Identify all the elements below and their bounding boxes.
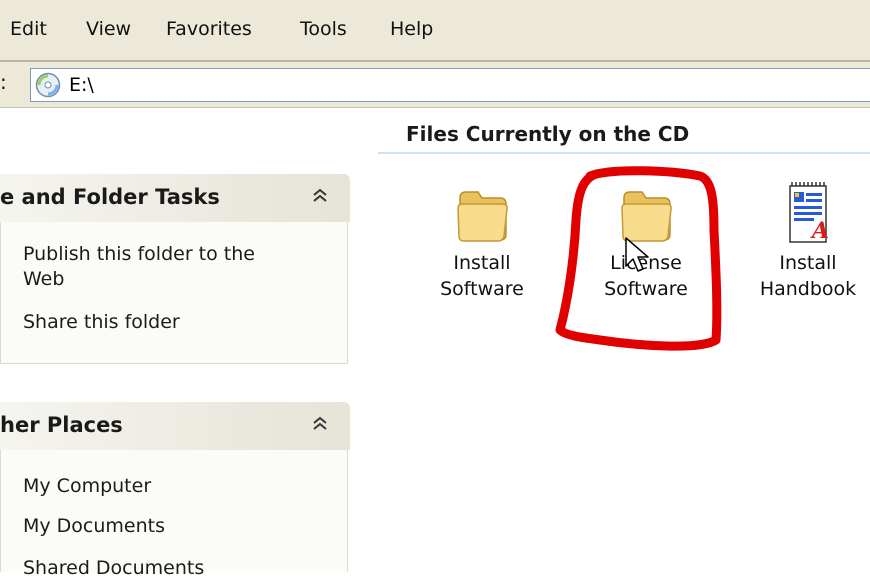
- folder-icon: [457, 191, 508, 242]
- cd-drive-icon: [35, 72, 61, 98]
- menu-help[interactable]: Help: [390, 18, 433, 40]
- mouse-cursor-icon: [625, 237, 649, 272]
- menu-edit[interactable]: Edit: [10, 18, 47, 40]
- publish-folder-link[interactable]: Publish this folder to the Web: [23, 242, 293, 292]
- address-label: :: [0, 70, 7, 94]
- file-folder-tasks-header[interactable]: e and Folder Tasks: [0, 174, 350, 222]
- collapse-chevron-icon[interactable]: [308, 184, 332, 208]
- menu-bar: Edit View Favorites Tools Help: [0, 0, 870, 62]
- menu-favorites[interactable]: Favorites: [166, 18, 252, 40]
- file-label-line1: Install: [453, 252, 511, 274]
- menu-tools[interactable]: Tools: [300, 18, 347, 40]
- panel-title: e and Folder Tasks: [0, 185, 220, 209]
- collapse-chevron-icon[interactable]: [308, 412, 332, 436]
- address-field[interactable]: E:\: [30, 68, 870, 102]
- file-label-line1: Install: [779, 252, 837, 274]
- file-item-install-handbook[interactable]: A Install Handbook: [748, 180, 868, 302]
- svg-text:A: A: [810, 218, 829, 244]
- file-folder-tasks-body: Publish this folder to the Web Share thi…: [0, 222, 348, 364]
- file-label-line2: Software: [440, 278, 524, 300]
- other-places-body: My Computer My Documents Shared Document…: [0, 450, 348, 579]
- other-places-header[interactable]: her Places: [0, 402, 350, 450]
- content-heading: Files Currently on the CD: [378, 118, 870, 154]
- share-folder-link[interactable]: Share this folder: [23, 310, 180, 335]
- menu-view[interactable]: View: [86, 18, 131, 40]
- shared-documents-link[interactable]: Shared Documents: [23, 556, 204, 581]
- file-label-line2: Software: [604, 278, 688, 300]
- document-icon: A: [789, 182, 829, 244]
- address-bar: : E:\: [0, 62, 870, 108]
- my-computer-link[interactable]: My Computer: [23, 474, 151, 499]
- my-documents-link[interactable]: My Documents: [23, 514, 165, 539]
- file-item-install-software[interactable]: Install Software: [422, 184, 542, 302]
- task-pane: e and Folder Tasks Publish this folder t…: [0, 108, 362, 579]
- files-heading-text: Files Currently on the CD: [406, 122, 690, 146]
- file-label-line2: Handbook: [759, 278, 857, 300]
- panel-title: her Places: [0, 413, 123, 437]
- address-path: E:\: [69, 74, 94, 96]
